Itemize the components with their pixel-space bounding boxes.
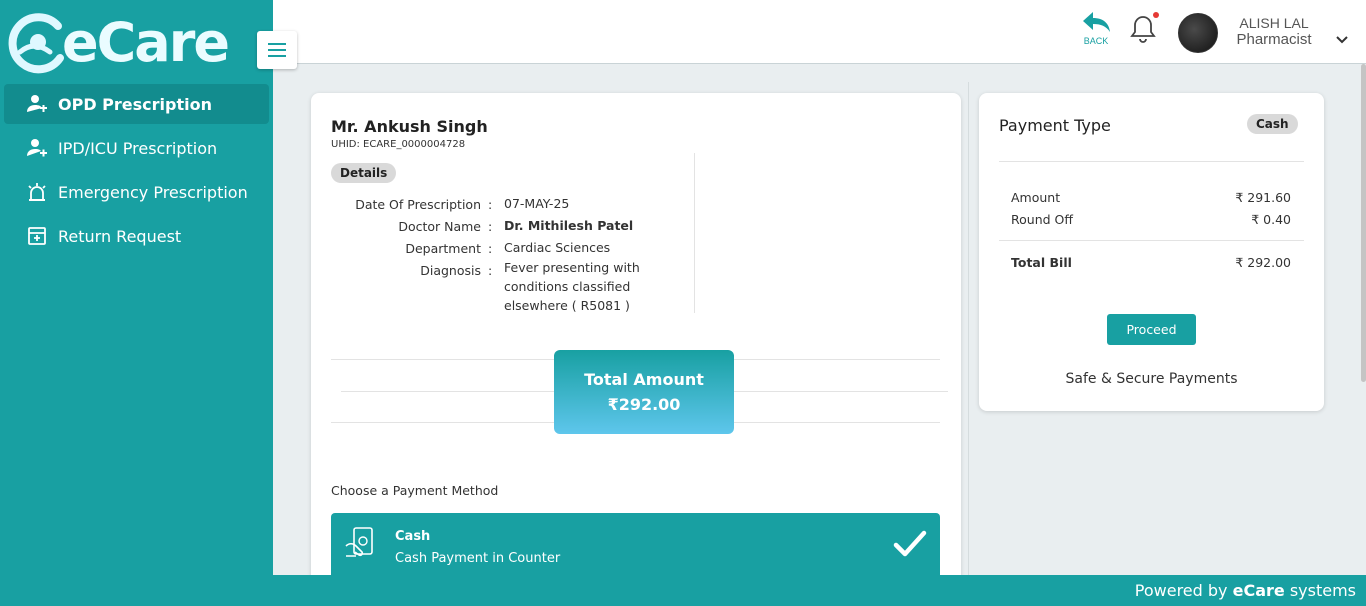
- chevron-down-icon: [1336, 36, 1348, 44]
- sidebar-item-label: IPD/ICU Prescription: [58, 138, 218, 158]
- back-label: BACK: [1083, 36, 1109, 46]
- total-amount-label: Total Amount: [584, 370, 704, 389]
- detail-colon: :: [488, 241, 493, 256]
- sidebar-item-emergency-prescription[interactable]: Emergency Prescription: [4, 172, 269, 212]
- sidebar-item-return-request[interactable]: Return Request: [4, 216, 269, 256]
- check-icon: [893, 529, 927, 563]
- secure-payments-text: Safe & Secure Payments: [1065, 371, 1238, 387]
- detail-colon: :: [488, 219, 493, 234]
- payment-type-badge: Cash: [1247, 114, 1298, 134]
- summary-separator-top: [999, 161, 1304, 162]
- total-bill-value: ₹ 292.00: [1235, 255, 1291, 270]
- sidebar: eCare OPD Prescription IPD/ICU Prescript…: [0, 0, 273, 606]
- bell-icon: [1130, 16, 1156, 43]
- roundoff-label: Round Off: [1011, 212, 1073, 227]
- user-add-icon: [26, 137, 48, 159]
- back-button[interactable]: BACK: [1081, 10, 1111, 46]
- detail-colon: :: [488, 197, 493, 212]
- cash-icon: [344, 526, 378, 564]
- payment-type-title: Payment Type: [999, 116, 1111, 135]
- content-divider: [968, 82, 969, 576]
- details-badge: Details: [331, 163, 397, 183]
- user-menu-toggle[interactable]: [1335, 30, 1349, 49]
- details-divider: [694, 153, 695, 313]
- user-name: ALISH LAL: [1239, 15, 1309, 31]
- sidebar-nav: OPD Prescription IPD/ICU Prescription Em…: [4, 84, 269, 260]
- detail-value: Fever presenting with conditions classif…: [504, 260, 640, 313]
- summary-row-total: Total Bill ₹ 292.00: [1011, 255, 1291, 270]
- ecare-logo-mark-icon: [6, 12, 68, 74]
- page-scrollbar[interactable]: [1361, 64, 1366, 382]
- detail-colon: :: [488, 263, 493, 278]
- detail-label: Diagnosis: [420, 263, 481, 278]
- payment-summary-card: Payment Type Cash Amount ₹ 291.60 Round …: [979, 93, 1324, 411]
- detail-value: 07-MAY-25: [504, 196, 570, 211]
- footer: Powered by eCare systems: [0, 575, 1366, 606]
- app-logo[interactable]: eCare: [6, 10, 254, 76]
- user-prescription-icon: [26, 93, 48, 115]
- total-amount-value: ₹292.00: [607, 395, 681, 414]
- summary-separator-bottom: [999, 240, 1304, 241]
- detail-value: Dr. Mithilesh Patel: [504, 218, 634, 233]
- sidebar-item-label: Emergency Prescription: [58, 182, 248, 202]
- footer-prefix: Powered by: [1134, 581, 1233, 600]
- payment-method-subtitle: Cash Payment in Counter: [395, 551, 561, 566]
- footer-suffix: systems: [1284, 581, 1356, 600]
- payment-method-title: Cash: [395, 529, 431, 544]
- top-bar: BACK ALISH LAL Pharmacist: [273, 0, 1366, 64]
- detail-label: Date Of Prescription: [355, 197, 481, 212]
- user-role: Pharmacist: [1236, 31, 1312, 48]
- total-amount-box: Total Amount ₹292.00: [554, 350, 734, 434]
- back-arrow-icon: [1083, 12, 1110, 32]
- detail-value: Cardiac Sciences: [504, 240, 611, 255]
- archive-box-icon: [26, 225, 48, 247]
- footer-brand: eCare: [1232, 581, 1285, 600]
- sidebar-item-label: OPD Prescription: [58, 94, 212, 114]
- amount-value: ₹ 291.60: [1235, 190, 1291, 205]
- summary-row-amount: Amount ₹ 291.60: [1011, 190, 1291, 205]
- patient-uhid: UHID: ECARE_0000004728: [331, 139, 466, 150]
- prescription-card: Mr. Ankush Singh UHID: ECARE_0000004728 …: [311, 93, 961, 593]
- detail-label: Doctor Name: [398, 219, 481, 234]
- roundoff-value: ₹ 0.40: [1251, 212, 1291, 227]
- proceed-button[interactable]: Proceed: [1107, 314, 1196, 345]
- avatar[interactable]: [1178, 13, 1218, 53]
- sidebar-item-label: Return Request: [58, 226, 182, 246]
- menu-toggle-button[interactable]: [257, 31, 297, 69]
- sidebar-item-ipd-icu-prescription[interactable]: IPD/ICU Prescription: [4, 128, 269, 168]
- payment-method-heading: Choose a Payment Method: [331, 483, 499, 498]
- hamburger-menu-icon: [268, 43, 286, 57]
- logo-text: eCare: [62, 11, 230, 74]
- patient-name: Mr. Ankush Singh: [331, 117, 488, 136]
- payment-method-cash[interactable]: Cash Cash Payment in Counter: [331, 513, 940, 583]
- total-bill-label: Total Bill: [1011, 255, 1072, 270]
- notification-dot: [1153, 12, 1159, 18]
- detail-label: Department: [405, 241, 481, 256]
- sidebar-item-opd-prescription[interactable]: OPD Prescription: [4, 84, 269, 124]
- notification-button[interactable]: [1130, 12, 1159, 48]
- siren-icon: [26, 181, 48, 203]
- summary-row-roundoff: Round Off ₹ 0.40: [1011, 212, 1291, 227]
- amount-label: Amount: [1011, 190, 1061, 205]
